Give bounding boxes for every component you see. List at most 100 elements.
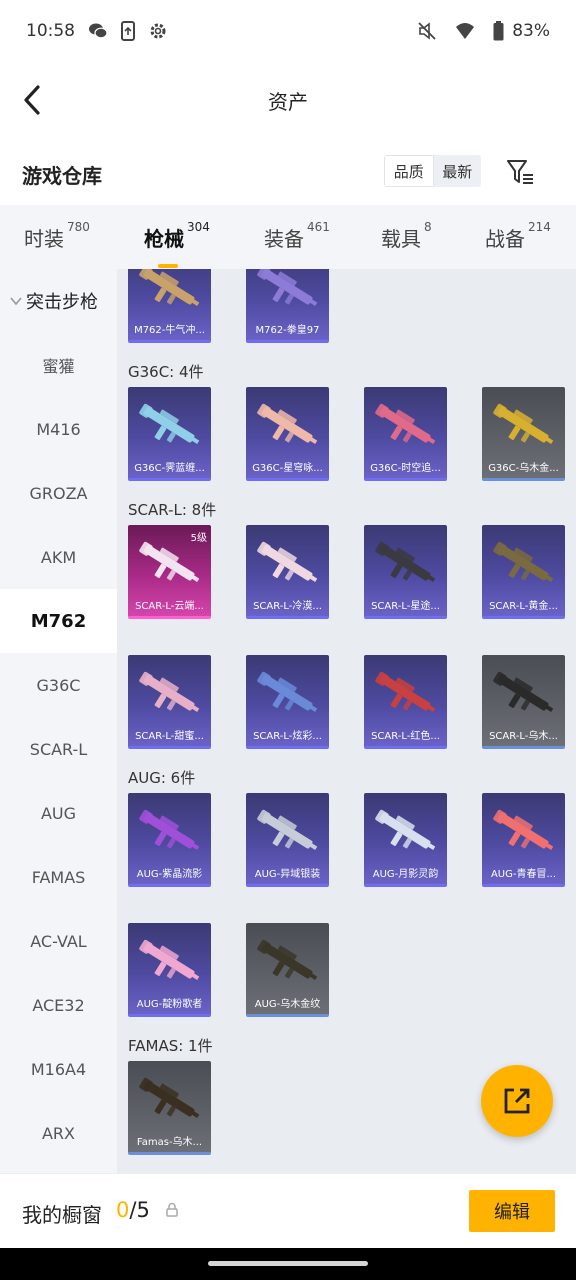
sidebar-item[interactable]: M416 — [0, 397, 117, 461]
weapon-skin-image — [257, 809, 318, 850]
back-arrow-icon — [24, 85, 40, 115]
weapon-skin-image — [139, 403, 200, 444]
weapon-skin-image — [139, 809, 200, 850]
weapon-card[interactable]: G36C-时空追... — [364, 387, 447, 481]
sort-option-quality[interactable]: 品质 — [384, 155, 434, 187]
weapon-card[interactable]: AUG-月影灵韵 — [364, 793, 447, 887]
category-tabs: 时装 780 枪械 304 装备 461 载具 8 战备 214 — [0, 205, 576, 269]
weapon-card-name: SCAR-L-炫彩... — [253, 731, 322, 742]
section-label: G36C: 4件 — [128, 363, 204, 381]
active-tab-indicator — [157, 264, 178, 268]
weapon-card-name: SCAR-L-乌木... — [489, 731, 558, 742]
sidebar-item[interactable]: 蜜獾 — [0, 333, 117, 397]
wifi-icon — [454, 20, 476, 42]
weapon-skin-image — [375, 541, 436, 582]
weapon-card[interactable]: M762-牛气冲... — [128, 269, 211, 343]
weapon-card-name: G36C-霁蓝缠... — [134, 463, 205, 474]
wechat-icon — [87, 20, 109, 42]
tab-count: 780 — [67, 220, 90, 234]
showcase-current: 0 — [116, 1198, 130, 1222]
tab-count: 8 — [424, 220, 432, 234]
section-label: AUG: 6件 — [128, 769, 196, 787]
weapon-card-name: G36C-时空追... — [370, 463, 441, 474]
sidebar-item[interactable]: FAMAS — [0, 845, 117, 909]
tab-count: 461 — [307, 220, 330, 234]
weapon-card[interactable]: AUG-青春冒... — [482, 793, 565, 887]
filter-button[interactable] — [504, 156, 536, 188]
weapon-skin-image — [375, 809, 436, 850]
sort-option-latest[interactable]: 最新 — [434, 155, 482, 187]
weapon-skin-image — [139, 939, 200, 980]
sidebar-item[interactable]: SCAR-L — [0, 717, 117, 781]
tab-battle-prep[interactable]: 战备 214 — [485, 220, 551, 252]
system-nav-bar — [0, 1248, 576, 1280]
sidebar-item[interactable]: AC-VAL — [0, 909, 117, 973]
sidebar-group-assault-rifles[interactable]: 突击步枪 — [0, 269, 117, 333]
weapon-card[interactable]: M762-拳皇97 — [246, 269, 329, 343]
home-gesture-pill[interactable] — [208, 1261, 368, 1266]
weapon-card[interactable]: SCAR-L-红色... — [364, 655, 447, 749]
weapon-card[interactable]: SCAR-L-云端... 5级 — [128, 525, 211, 619]
weapon-skin-image — [257, 269, 318, 306]
weapon-card-name: Famas-乌木... — [136, 1137, 203, 1148]
warehouse-row: 游戏仓库 品质 最新 — [0, 148, 576, 200]
share-button[interactable] — [481, 1065, 553, 1137]
weapon-skin-image — [257, 939, 318, 980]
weapon-card[interactable]: G36C-星穹咏... — [246, 387, 329, 481]
tab-guns[interactable]: 枪械 304 — [144, 220, 210, 268]
sidebar-item[interactable]: AUG — [0, 781, 117, 845]
back-button[interactable] — [14, 80, 50, 120]
weapon-skin-image — [375, 671, 436, 712]
weapon-card-name: M762-拳皇97 — [255, 325, 320, 336]
tab-count: 214 — [528, 220, 551, 234]
weapon-skin-image — [257, 541, 318, 582]
weapon-card-name: AUG-青春冒... — [490, 869, 557, 880]
chevron-down-icon — [10, 296, 22, 306]
section-label: SCAR-L: 8件 — [128, 501, 217, 519]
app-header: 资产 — [0, 62, 576, 138]
weapon-card[interactable]: SCAR-L-星途... — [364, 525, 447, 619]
weapon-card[interactable]: SCAR-L-冷漠... — [246, 525, 329, 619]
weapon-card[interactable]: Famas-乌木... — [128, 1061, 211, 1155]
weapon-skin-image — [493, 671, 554, 712]
weapon-card[interactable]: G36C-乌木金... — [482, 387, 565, 481]
weapon-card-name: SCAR-L-云端... — [135, 601, 204, 612]
showcase-bar: 我的橱窗 0/5 编辑 — [0, 1173, 576, 1248]
tab-label: 时装 — [24, 227, 64, 251]
weapon-card[interactable]: G36C-霁蓝缠... — [128, 387, 211, 481]
weapon-card-name: G36C-乌木金... — [488, 463, 559, 474]
tab-vehicles[interactable]: 载具 8 — [381, 220, 432, 252]
settings-icon — [147, 20, 169, 42]
sidebar-item[interactable]: GROZA — [0, 461, 117, 525]
weapon-skin-image — [139, 1077, 200, 1118]
sort-toggle: 品质 最新 — [384, 155, 481, 187]
weapon-card[interactable]: AUG-异域银装 — [246, 793, 329, 887]
weapon-card[interactable]: SCAR-L-黄金... — [482, 525, 565, 619]
phone-sync-icon — [117, 20, 139, 42]
weapon-sidebar: 突击步枪 蜜獾 M416 GROZA AKM M762 G36C SCAR-L AUG FAMA… — [0, 269, 117, 1173]
section-label: FAMAS: 1件 — [128, 1037, 213, 1055]
sidebar-item[interactable]: ARX — [0, 1101, 117, 1165]
weapon-card-name: SCAR-L-甜蜜... — [135, 731, 204, 742]
weapon-card[interactable]: SCAR-L-乌木... — [482, 655, 565, 749]
sidebar-item[interactable]: G36C — [0, 653, 117, 717]
weapon-card[interactable]: AUG-紫晶流影 — [128, 793, 211, 887]
sidebar-item[interactable]: M762 — [0, 589, 117, 653]
tab-equipment[interactable]: 装备 461 — [264, 220, 330, 252]
sidebar-item[interactable]: M16A4 — [0, 1037, 117, 1101]
weapon-card[interactable]: SCAR-L-甜蜜... — [128, 655, 211, 749]
weapon-card[interactable]: SCAR-L-炫彩... — [246, 655, 329, 749]
tab-fashion[interactable]: 时装 780 — [24, 220, 90, 252]
edit-button[interactable]: 编辑 — [469, 1190, 555, 1232]
sidebar-item[interactable]: ACE32 — [0, 973, 117, 1037]
showcase-total: /5 — [129, 1198, 150, 1222]
weapon-card[interactable]: AUG-靛粉歌者 — [128, 923, 211, 1017]
tab-label: 战备 — [485, 227, 525, 251]
sidebar-item[interactable]: AKM — [0, 525, 117, 589]
weapon-skin-image — [493, 541, 554, 582]
weapon-card-name: AUG-乌木金纹 — [254, 999, 321, 1010]
weapon-card[interactable]: AUG-乌木金纹 — [246, 923, 329, 1017]
share-icon — [504, 1088, 530, 1114]
status-bar: 10:58 83% — [0, 0, 576, 62]
weapon-card-name: AUG-月影灵韵 — [372, 869, 439, 880]
